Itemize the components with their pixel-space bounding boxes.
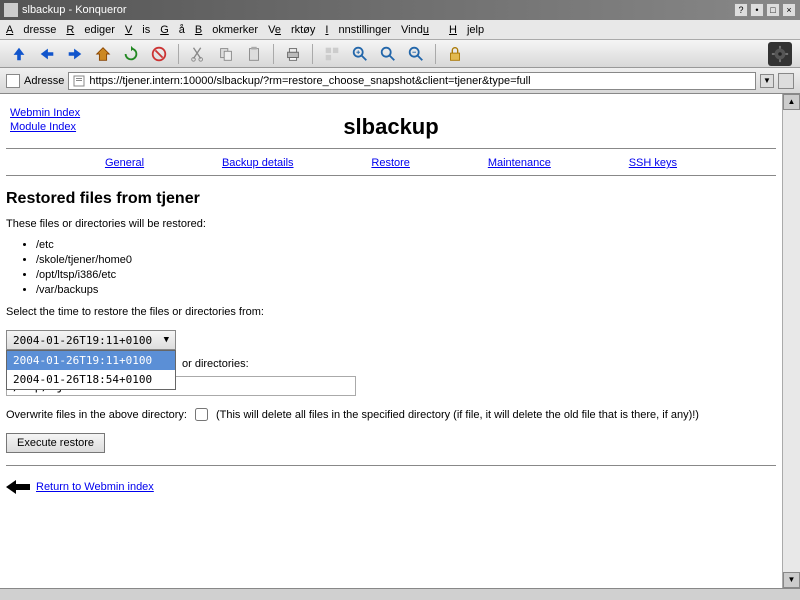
scroll-track[interactable] [783, 110, 800, 572]
destination-label-fragment: or directories: [182, 358, 776, 370]
file-item: /etc [36, 238, 776, 253]
reload-button[interactable] [120, 43, 142, 65]
forward-button[interactable] [64, 43, 86, 65]
url-input[interactable]: https://tjener.intern:10000/slbackup/?rm… [68, 72, 756, 90]
home-button[interactable] [92, 43, 114, 65]
menu-vis[interactable]: Vis [125, 24, 150, 36]
close-window-button[interactable]: × [782, 3, 796, 17]
snapshot-selected-value: 2004-01-26T19:11+0100 [13, 334, 152, 347]
konqueror-throbber-icon [768, 42, 792, 66]
menu-vindu[interactable]: Vindu [401, 24, 439, 36]
tab-ssh-keys[interactable]: SSH keys [629, 157, 677, 169]
return-webmin-link[interactable]: Return to Webmin index [36, 481, 154, 493]
intro-text: These files or directories will be resto… [6, 218, 776, 230]
help-window-button[interactable]: ? [734, 3, 748, 17]
section-heading: Restored files from tjener [6, 190, 776, 208]
file-item: /skole/tjener/home0 [36, 253, 776, 268]
zoom-reset-button[interactable] [377, 43, 399, 65]
menu-hjelp[interactable]: Hjelp [449, 24, 484, 36]
tabs-row: General Backup details Restore Maintenan… [6, 155, 776, 176]
window-titlebar: slbackup - Konqueror ? • □ × [0, 0, 800, 20]
clear-url-icon[interactable] [6, 74, 20, 88]
menu-bokmerker[interactable]: Bokmerker [195, 24, 258, 36]
print-button[interactable] [282, 43, 304, 65]
overwrite-label-before: Overwrite files in the above directory: [6, 408, 187, 423]
zoom-in-button[interactable] [349, 43, 371, 65]
window-title: slbackup - Konqueror [22, 4, 127, 16]
scroll-down-button[interactable]: ▼ [783, 572, 800, 588]
menu-rediger[interactable]: Rediger [66, 24, 115, 36]
select-time-label: Select the time to restore the files or … [6, 306, 776, 318]
overwrite-checkbox[interactable] [195, 408, 208, 421]
tab-backup-details[interactable]: Backup details [222, 157, 294, 169]
scroll-up-button[interactable]: ▲ [783, 94, 800, 110]
tab-restore[interactable]: Restore [371, 157, 410, 169]
file-item: /opt/ltsp/i386/etc [36, 268, 776, 283]
view-button[interactable] [321, 43, 343, 65]
dropdown-arrow-icon: ▼ [164, 335, 169, 345]
menu-ga[interactable]: Gå [160, 24, 185, 36]
module-index-link[interactable]: Module Index [10, 121, 76, 133]
webmin-index-link[interactable]: Webmin Index [10, 107, 80, 119]
zoom-out-button[interactable] [405, 43, 427, 65]
url-dropdown-button[interactable]: ▼ [760, 74, 774, 88]
snapshot-dropdown-list: 2004-01-26T19:11+0100 2004-01-26T18:54+0… [6, 350, 176, 390]
minimize-window-button[interactable]: • [750, 3, 764, 17]
security-lock-icon[interactable] [444, 43, 466, 65]
toolbar [0, 40, 800, 68]
tab-maintenance[interactable]: Maintenance [488, 157, 551, 169]
back-button[interactable] [36, 43, 58, 65]
paste-button[interactable] [243, 43, 265, 65]
maximize-window-button[interactable]: □ [766, 3, 780, 17]
menu-adresse[interactable]: Adresse [6, 24, 56, 36]
status-bar [0, 588, 800, 600]
url-text: https://tjener.intern:10000/slbackup/?rm… [89, 75, 530, 87]
tab-general[interactable]: General [105, 157, 144, 169]
snapshot-option[interactable]: 2004-01-26T19:11+0100 [7, 351, 175, 370]
url-label: Adresse [24, 75, 64, 87]
menu-innstillinger[interactable]: Innstillinger [325, 24, 391, 36]
page-title: slbackup [6, 114, 776, 140]
stop-button[interactable] [148, 43, 170, 65]
vertical-scrollbar[interactable]: ▲ ▼ [782, 94, 800, 588]
snapshot-select[interactable]: 2004-01-26T19:11+0100 ▼ [6, 330, 176, 350]
snapshot-option[interactable]: 2004-01-26T18:54+0100 [7, 370, 175, 389]
page-content: Webmin Index Module Index slbackup Gener… [0, 94, 782, 588]
copy-button[interactable] [215, 43, 237, 65]
cut-button[interactable] [187, 43, 209, 65]
overwrite-label-after: (This will delete all files in the speci… [216, 408, 776, 423]
url-go-button[interactable] [778, 73, 794, 89]
app-icon [4, 3, 18, 17]
file-item: /var/backups [36, 283, 776, 298]
execute-restore-button[interactable]: Execute restore [6, 433, 105, 453]
up-button[interactable] [8, 43, 30, 65]
page-icon [73, 75, 85, 87]
url-bar: Adresse https://tjener.intern:10000/slba… [0, 68, 800, 94]
file-list: /etc /skole/tjener/home0 /opt/ltsp/i386/… [6, 238, 776, 298]
back-arrow-icon [6, 480, 30, 494]
menu-verktoy[interactable]: Verktøy [268, 24, 315, 36]
menubar: Adresse Rediger Vis Gå Bokmerker Verktøy… [0, 20, 800, 40]
